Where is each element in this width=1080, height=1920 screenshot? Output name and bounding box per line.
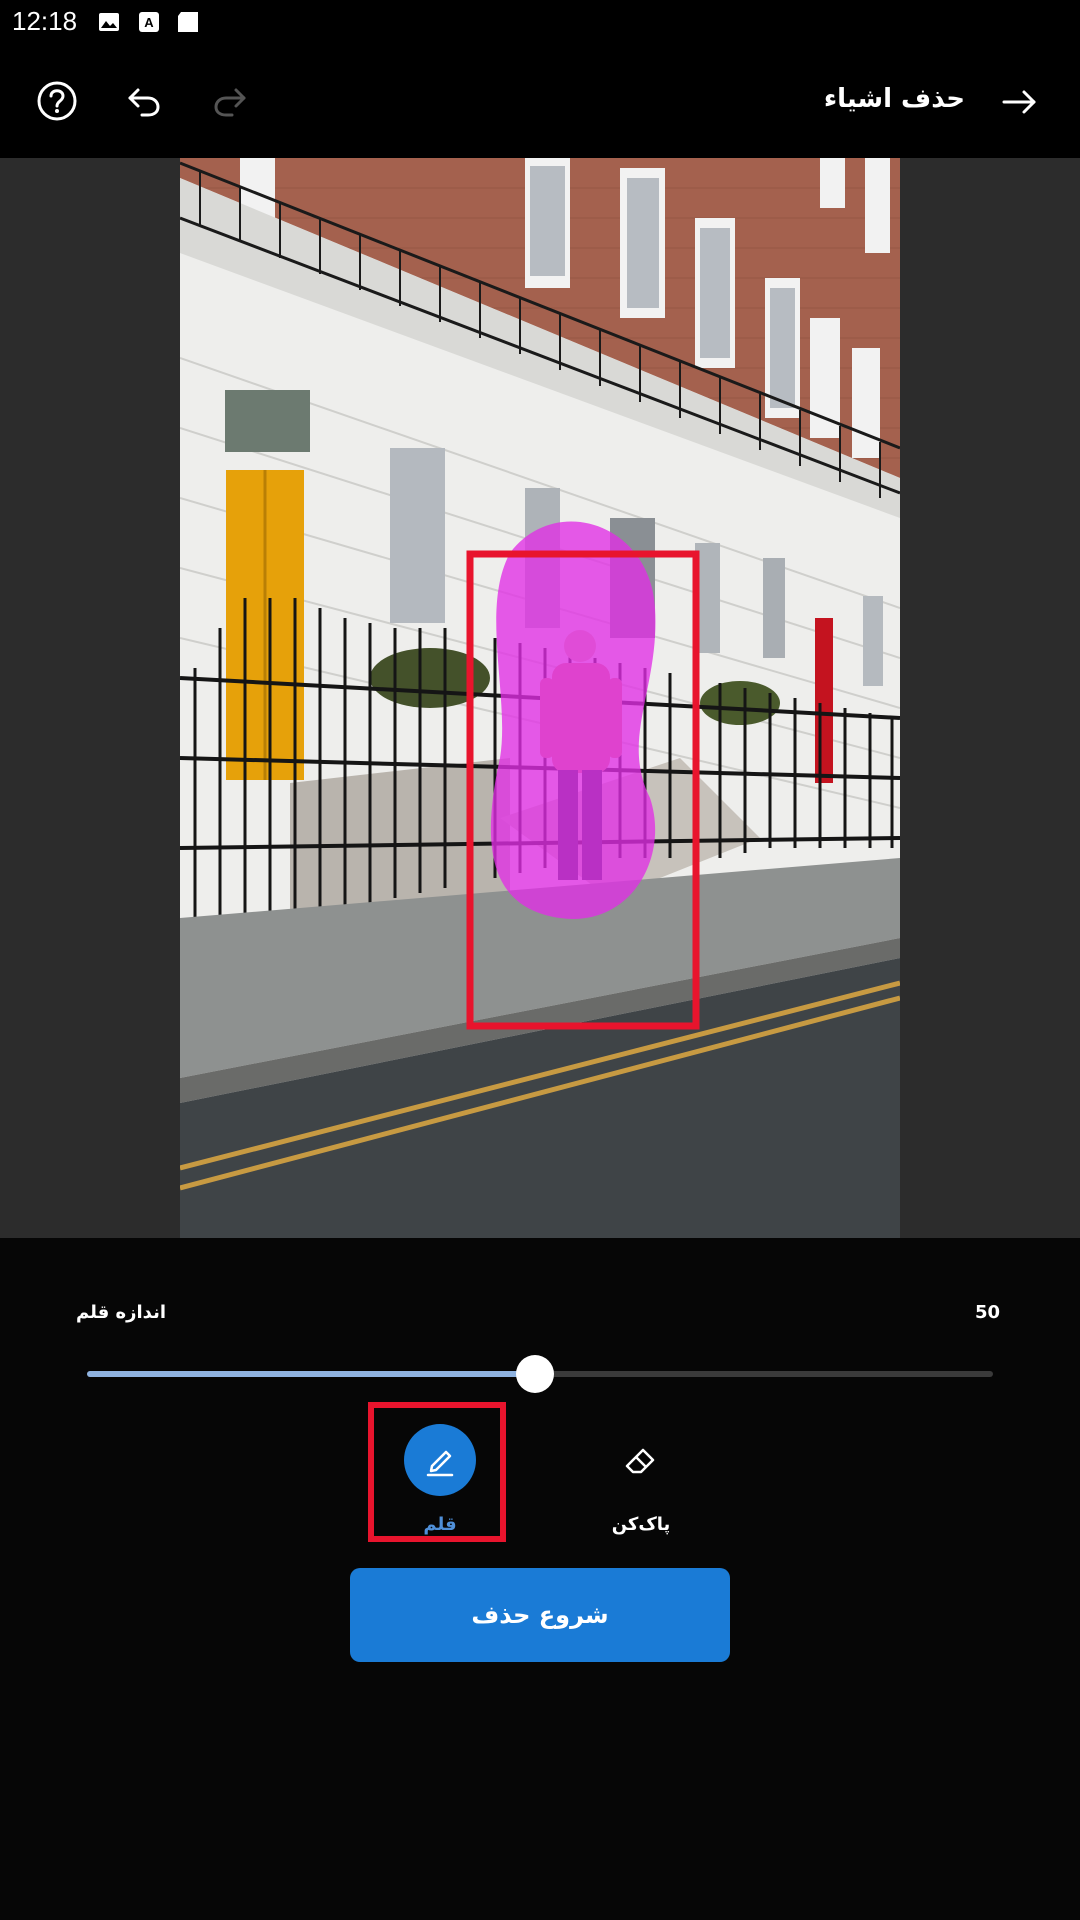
svg-text:A: A bbox=[144, 15, 154, 30]
brush-size-label: اندازه قلم bbox=[76, 1302, 166, 1323]
forward-arrow-icon bbox=[1002, 90, 1036, 114]
page-title: حذف اشیاء bbox=[823, 84, 965, 114]
eraser-tool-circle bbox=[605, 1424, 677, 1496]
top-app-bar: حذف اشیاء bbox=[0, 44, 1080, 158]
status-bar: 12:18 A bbox=[0, 0, 1080, 44]
brush-tool-highlight bbox=[368, 1402, 506, 1542]
forward-button[interactable] bbox=[998, 80, 1042, 124]
undo-icon bbox=[128, 88, 160, 117]
eraser-tool-label: پاک‌کن bbox=[611, 1514, 671, 1535]
redo-icon bbox=[214, 88, 246, 117]
sd-card-icon bbox=[178, 12, 198, 32]
slider-fill bbox=[87, 1371, 536, 1377]
help-icon bbox=[37, 81, 77, 121]
image-icon bbox=[99, 13, 119, 31]
translate-icon: A bbox=[139, 12, 159, 32]
redo-button[interactable] bbox=[208, 80, 252, 124]
slider-thumb[interactable] bbox=[516, 1355, 555, 1393]
brush-size-slider[interactable] bbox=[87, 1355, 993, 1393]
status-time: 12:18 bbox=[12, 6, 78, 36]
undo-button[interactable] bbox=[122, 80, 166, 124]
tools-panel: اندازه قلم 50 قلم پاک‌کن شروع حذف bbox=[0, 1238, 1080, 1920]
brush-size-value: 50 bbox=[975, 1302, 1001, 1323]
photo[interactable] bbox=[180, 158, 900, 1238]
street-photo bbox=[180, 158, 900, 1238]
eraser-tool[interactable]: پاک‌کن bbox=[581, 1424, 701, 1535]
eraser-icon bbox=[625, 1448, 655, 1474]
editor-canvas[interactable] bbox=[0, 158, 1080, 1238]
start-remove-button[interactable]: شروع حذف bbox=[350, 1568, 730, 1662]
help-button[interactable] bbox=[34, 78, 80, 124]
